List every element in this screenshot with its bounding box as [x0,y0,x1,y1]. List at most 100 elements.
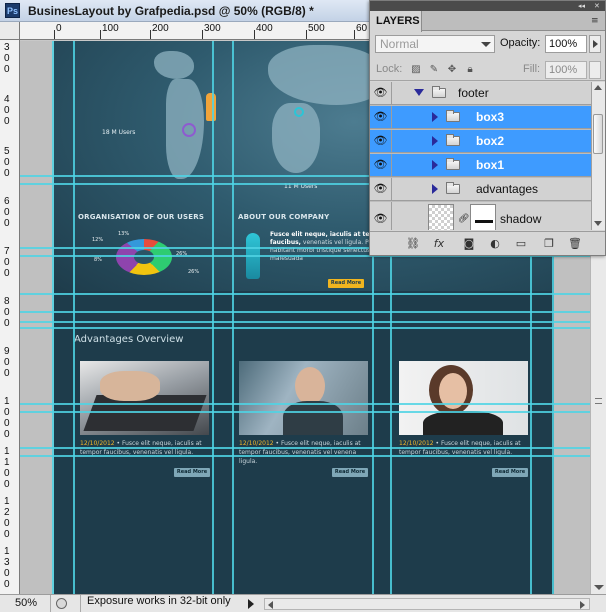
ruler-tick [254,30,255,39]
ruler-tick [150,30,151,39]
layer-name: box1 [476,158,505,172]
guide-line[interactable] [73,41,75,594]
organisation-box: ORGANISATION OF OUR USERS 12% 13% 8% 26%… [78,213,228,285]
scroll-down-icon[interactable] [594,585,604,590]
ruler-label: 600 [4,196,10,229]
layer-name: footer [458,86,489,100]
expand-arrow-icon[interactable] [432,184,438,194]
ruler-origin[interactable] [0,22,20,40]
layer-mask-thumbnail[interactable] [470,204,496,230]
read-more-button[interactable]: Read More [492,468,528,477]
advantage-date: 12/10/2012 [239,440,274,447]
layer-row-footer[interactable]: 👁︎ footer [370,82,591,105]
layers-panel: ◂◂ ✕ LAYERS ≡ Normal Opacity: 100% Lock:… [369,0,606,256]
adjustment-layer-icon[interactable]: ◐ [488,237,502,251]
ruler-label: 800 [4,296,10,329]
guide-line[interactable] [20,321,590,323]
guide-line[interactable] [20,327,590,329]
fill-label: Fill: [523,63,541,75]
guide-line[interactable] [20,455,590,457]
vertical-ruler[interactable]: 300 400 500 600 700 800 900 1000 1100 12… [0,40,20,594]
lock-transparent-pixels-icon[interactable]: ▨ [410,64,422,76]
guide-line[interactable] [20,447,590,449]
close-panel-icon[interactable]: ✕ [594,2,600,10]
fill-slider-button[interactable] [589,61,601,79]
folder-icon [446,134,460,146]
layer-list-scrollbar[interactable] [591,82,605,230]
panel-menu-icon[interactable]: ≡ [591,16,599,26]
visibility-eye-icon[interactable]: 👁︎ [370,130,392,152]
opacity-input[interactable]: 100% [545,35,587,53]
hands-shape [100,371,160,401]
scroll-down-icon[interactable] [594,221,602,226]
laptop-shape [83,395,207,431]
folder-icon [446,110,460,122]
read-more-button[interactable]: Read More [174,468,210,477]
lock-image-pixels-icon[interactable]: ✎ [428,64,440,76]
visibility-eye-icon[interactable]: 👁︎ [370,154,392,176]
status-menu-arrow-icon[interactable] [248,599,254,609]
fx-icon[interactable]: fx [432,237,446,251]
ruler-tick [54,30,55,39]
chart-percent: 8% [94,257,102,263]
collapse-panel-icon[interactable]: ◂◂ [578,2,585,10]
scroll-left-icon[interactable] [268,601,273,609]
ruler-label: 100 [102,23,119,34]
guide-line[interactable] [20,293,590,295]
trash-icon[interactable]: 🗑︎ [568,237,582,251]
photoshop-app-icon: Ps [5,3,20,18]
scroll-right-icon[interactable] [580,601,585,609]
guide-line[interactable] [52,41,54,594]
ruler-tick [306,30,307,39]
scroll-up-icon[interactable] [594,85,602,90]
visibility-eye-icon[interactable]: 👁︎ [370,178,392,200]
photoshop-window: Ps BusinesLayout by Grafpedia.psd @ 50% … [0,0,606,612]
zoom-level-field[interactable]: 50% [3,595,51,612]
new-group-icon[interactable]: ▭ [514,237,528,251]
user-figure-icon [206,93,216,121]
advantages-title: Advantages Overview [74,334,184,345]
expand-arrow-icon[interactable] [432,160,438,170]
layer-row-shadow[interactable]: 👁︎ 🔗︎ shadow [370,202,591,230]
fill-input[interactable]: 100% [545,61,587,79]
new-layer-icon[interactable]: ❐ [542,237,556,251]
photo-support-agent [399,361,528,435]
layer-row-box2[interactable]: 👁︎ box2 [370,130,591,153]
lock-position-icon[interactable]: ✥ [446,64,458,76]
chart-percent: 26% [188,269,200,275]
layer-row-box1[interactable]: 👁︎ box1 [370,154,591,177]
add-mask-icon[interactable]: ◙ [462,237,476,251]
panel-header-strip[interactable]: ◂◂ ✕ [370,1,605,11]
layer-name: advantages [476,182,539,196]
layer-row-box3[interactable]: 👁︎ box3 [370,106,591,129]
status-info-icon[interactable] [56,598,67,609]
guide-line[interactable] [20,403,590,405]
link-layers-icon[interactable]: ⛓︎ [406,237,420,251]
lock-all-icon[interactable]: 🔒︎ [464,64,476,76]
guide-line[interactable] [20,411,590,413]
tab-layers[interactable]: LAYERS [370,11,422,32]
read-more-button[interactable]: Read More [328,279,364,288]
expand-arrow-icon[interactable] [432,136,438,146]
advantage-date: 12/10/2012 [80,440,115,447]
ruler-tick [100,30,101,39]
layer-row-advantages[interactable]: 👁︎ advantages [370,178,591,201]
visibility-eye-icon[interactable]: 👁︎ [370,82,392,104]
face-shape [295,367,325,405]
mask-link-icon[interactable]: 🔗︎ [458,214,469,224]
ruler-label: 1300 [4,546,10,590]
opacity-slider-button[interactable] [589,35,601,53]
horizontal-scrollbar[interactable] [264,598,590,610]
expand-arrow-icon[interactable] [414,89,424,96]
map-marker-icon [294,107,304,117]
visibility-eye-icon[interactable]: 👁︎ [370,202,392,230]
expand-arrow-icon[interactable] [432,112,438,122]
read-more-button[interactable]: Read More [332,468,368,477]
scroll-thumb[interactable] [593,114,603,154]
chart-percent: 13% [118,231,130,237]
visibility-eye-icon[interactable]: 👁︎ [370,106,392,128]
guide-line[interactable] [20,311,590,313]
guide-line[interactable] [232,41,234,594]
blend-mode-select[interactable]: Normal [375,35,495,53]
guide-line[interactable] [212,41,214,594]
